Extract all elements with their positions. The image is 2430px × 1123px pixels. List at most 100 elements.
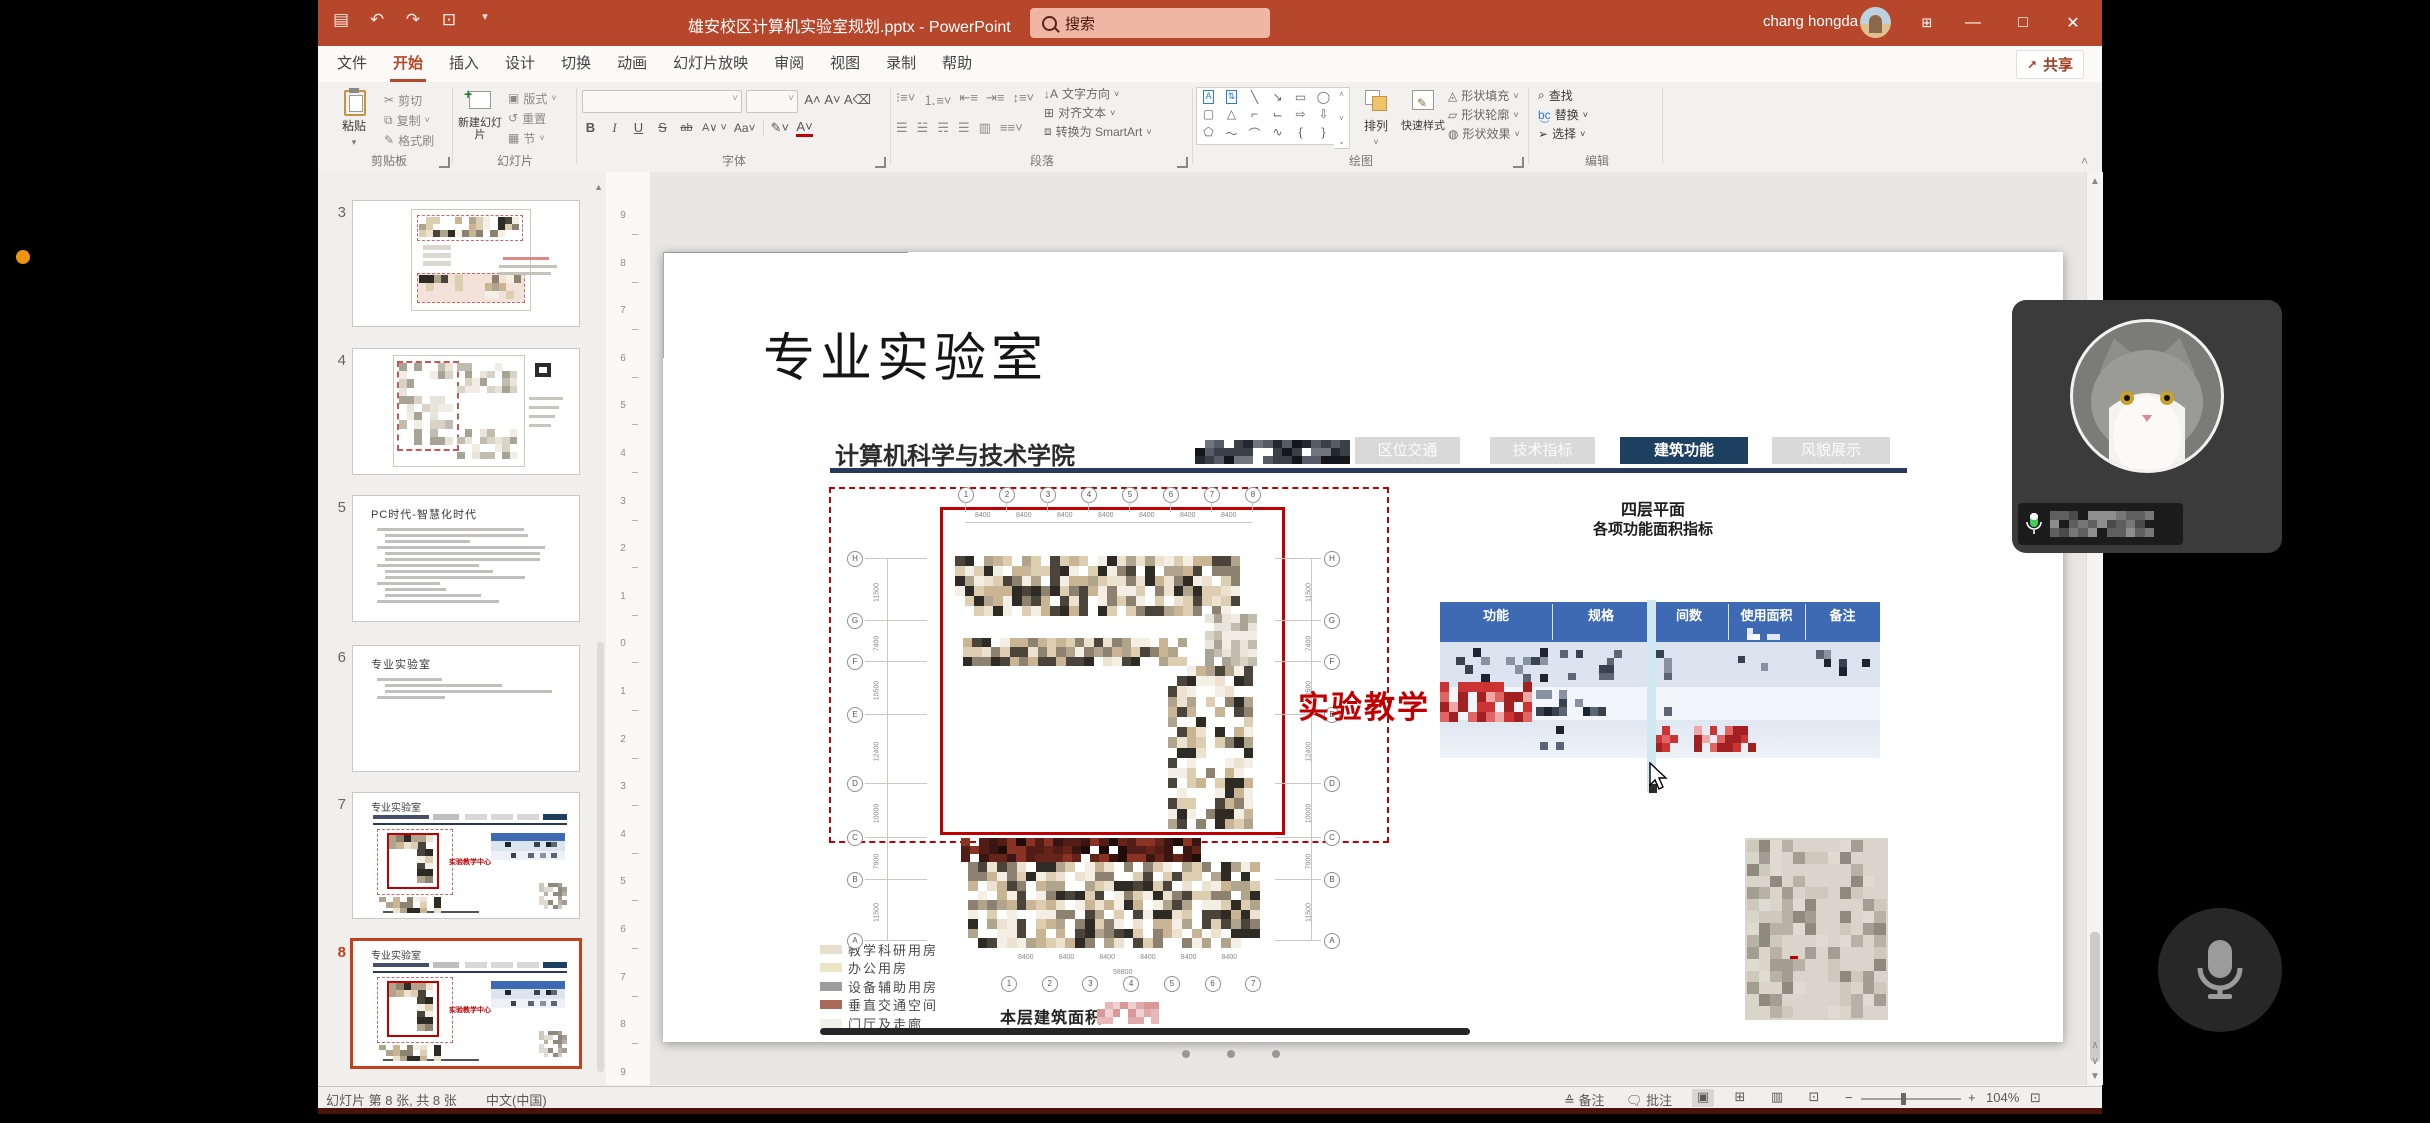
close-button[interactable]: ✕ (2050, 0, 2096, 46)
previous-slide-icon[interactable]: ∧ (2087, 1040, 2103, 1051)
search-input[interactable]: 搜索 (1030, 8, 1270, 38)
ribbon-tab-帮助[interactable]: 帮助 (929, 46, 985, 82)
next-slide-icon[interactable]: ∨ (2087, 1056, 2103, 1067)
language-indicator[interactable]: 中文(中国) (486, 1090, 547, 1109)
scroll-up-icon[interactable]: ▲ (2087, 176, 2103, 187)
underline-button[interactable]: U (630, 118, 647, 137)
text-direction-button[interactable]: ↓A文字方向˅ (1044, 84, 1152, 103)
shape-outline-button[interactable]: ▱形状轮廓˅ (1448, 105, 1520, 124)
slide-thumbnail-5[interactable]: PC时代-智慧化时代 (352, 495, 580, 622)
clipboard-dialog-launcher[interactable] (439, 157, 450, 168)
thumbs-scrollbar[interactable] (597, 642, 604, 1072)
grow-font-button[interactable]: A˄ (804, 90, 821, 109)
font-color-button[interactable]: A˅ (796, 119, 813, 137)
ribbon-tab-动画[interactable]: 动画 (604, 46, 660, 82)
slideshow-view-button[interactable]: ⊡ (1803, 1089, 1825, 1107)
strikethrough-button[interactable]: S (654, 118, 671, 137)
section-button[interactable]: ▦节˅ (508, 128, 557, 148)
increase-indent-icon[interactable]: ⇥≡ (986, 90, 1004, 109)
slide-thumbnail-7[interactable]: 专业实验室实验教学中心 (352, 792, 580, 919)
italic-button[interactable]: I (606, 118, 623, 137)
align-text-button[interactable]: ⊞对齐文本˅ (1044, 103, 1152, 122)
redo-icon[interactable]: ↷ (402, 10, 424, 30)
layout-button[interactable]: ▣版式˅ (508, 88, 557, 108)
find-button[interactable]: ⌕查找 (1538, 86, 1588, 105)
reading-view-button[interactable]: ▥ (1766, 1089, 1788, 1107)
account-name[interactable]: chang hongda (1763, 13, 1858, 30)
bold-button[interactable]: B (582, 118, 599, 137)
justify-icon[interactable]: ☰ (958, 120, 970, 136)
zoom-out-button[interactable]: − (1845, 1090, 1853, 1105)
ribbon-display-options-icon[interactable]: ⊞ (1904, 0, 1950, 46)
smartart-button[interactable]: ⧈转换为 SmartArt˅ (1044, 122, 1152, 141)
numbering-icon[interactable]: ⒈≡˅ (923, 90, 951, 109)
zoom-slider-thumb[interactable] (1901, 1093, 1906, 1105)
cut-button[interactable]: ✂剪切 (384, 90, 434, 110)
paste-button[interactable]: 粘贴▾ (328, 82, 380, 148)
ribbon-tab-设计[interactable]: 设计 (492, 46, 548, 82)
zoom-slider-track[interactable] (1861, 1098, 1961, 1100)
slide-thumbnail-8[interactable]: 专业实验室实验教学中心 (350, 938, 582, 1069)
shapes-gallery[interactable]: A ⇅ ╲↘ ▭◯ ▢△ ⌐⌙ ⇨⇩ ⬠〜 ⌒∿ {} (1196, 87, 1336, 145)
save-icon[interactable]: ▤ (330, 10, 352, 30)
change-case-button[interactable]: Aa˅ (734, 118, 756, 137)
slide-thumbnail-6[interactable]: 专业实验室 (352, 645, 580, 772)
align-right-icon[interactable]: ☴ (937, 120, 949, 136)
copy-button[interactable]: ⧉复制˅ (384, 110, 434, 130)
shrink-font-button[interactable]: A˅ (824, 90, 841, 109)
font-size-combo[interactable] (746, 90, 798, 113)
ribbon-tab-插入[interactable]: 插入 (436, 46, 492, 82)
zoom-in-button[interactable]: + (1968, 1090, 1976, 1105)
slide-sorter-view-button[interactable]: ⊞ (1729, 1089, 1751, 1107)
zoom-level[interactable]: 104% (1986, 1090, 2019, 1105)
ribbon-tab-视图[interactable]: 视图 (817, 46, 873, 82)
shape-fill-button[interactable]: ◬形状填充˅ (1448, 86, 1520, 105)
normal-view-button[interactable]: ▣ (1692, 1089, 1714, 1107)
minimize-button[interactable]: — (1950, 0, 1996, 46)
shape-effects-button[interactable]: ◍形状效果˅ (1448, 124, 1520, 143)
slide-thumbnail-3[interactable] (352, 200, 580, 327)
align-center-icon[interactable]: ☱ (917, 120, 929, 136)
shadow-button[interactable]: ab (678, 118, 695, 137)
align-left-icon[interactable]: ☰ (896, 120, 908, 136)
quick-styles-button[interactable]: ✎ 快速样式 (1400, 82, 1446, 133)
format-painter-button[interactable]: ✎格式刷 (384, 130, 434, 150)
ribbon-tab-审阅[interactable]: 审阅 (761, 46, 817, 82)
clear-format-button[interactable]: A⌫ (844, 90, 871, 109)
char-spacing-button[interactable]: A∨ ˅ (702, 118, 727, 137)
slideshow-icon[interactable]: ⊡ (438, 10, 460, 30)
collapse-ribbon-icon[interactable]: ˄ (2081, 154, 2088, 168)
microphone-button[interactable] (2158, 908, 2282, 1032)
arrange-button[interactable]: 排列˅ (1356, 82, 1396, 147)
notes-toggle[interactable]: ≙ 备注 (1564, 1090, 1605, 1109)
drawing-dialog-launcher[interactable] (1513, 157, 1524, 168)
share-button[interactable]: ↗ 共享 (2016, 50, 2084, 79)
ribbon-tab-幻灯片放映[interactable]: 幻灯片放映 (660, 46, 761, 82)
distribute-icon[interactable]: ≡≡˅ (1000, 120, 1023, 136)
undo-icon[interactable]: ↶ (366, 10, 388, 30)
font-dialog-launcher[interactable] (875, 157, 886, 168)
ribbon-tab-切换[interactable]: 切换 (548, 46, 604, 82)
thumbs-scroll-up-icon[interactable]: ▲ (594, 182, 603, 192)
shapes-scrollbar[interactable]: ˄˅⌄ (1334, 87, 1350, 149)
line-spacing-icon[interactable]: ↕≡˅ (1012, 90, 1034, 109)
qat-customize-icon[interactable]: ▾ (474, 10, 496, 30)
columns-icon[interactable]: ▥ (979, 120, 991, 136)
ribbon-tab-文件[interactable]: 文件 (324, 46, 380, 82)
account-avatar[interactable] (1860, 7, 1891, 38)
slide-thumbnail-4[interactable] (352, 348, 580, 475)
font-name-combo[interactable] (582, 90, 742, 113)
ribbon-tab-录制[interactable]: 录制 (873, 46, 929, 82)
slide-canvas[interactable]: 专业实验室 计算机科学与技术学院 实验教学 四层平面 各项功能面积指标 功能规格… (663, 252, 2063, 1042)
maximize-button[interactable]: □ (2000, 0, 2046, 46)
scroll-down-icon[interactable]: ▼ (2087, 1071, 2103, 1082)
fit-slide-icon[interactable]: ⊡ (2030, 1090, 2041, 1106)
comments-toggle[interactable]: 🗨 批注 (1626, 1090, 1672, 1109)
select-button[interactable]: ➢选择˅ (1538, 124, 1588, 143)
new-slide-button[interactable]: + 新建幻灯片 (456, 82, 504, 141)
reset-button[interactable]: ↺重置 (508, 108, 557, 128)
replace-button[interactable]: b͜c替换˅ (1538, 105, 1588, 124)
highlight-pen-icon[interactable]: ✎˅ (771, 118, 789, 137)
video-call-tile[interactable] (2012, 300, 2282, 553)
ribbon-tab-开始[interactable]: 开始 (380, 46, 436, 82)
